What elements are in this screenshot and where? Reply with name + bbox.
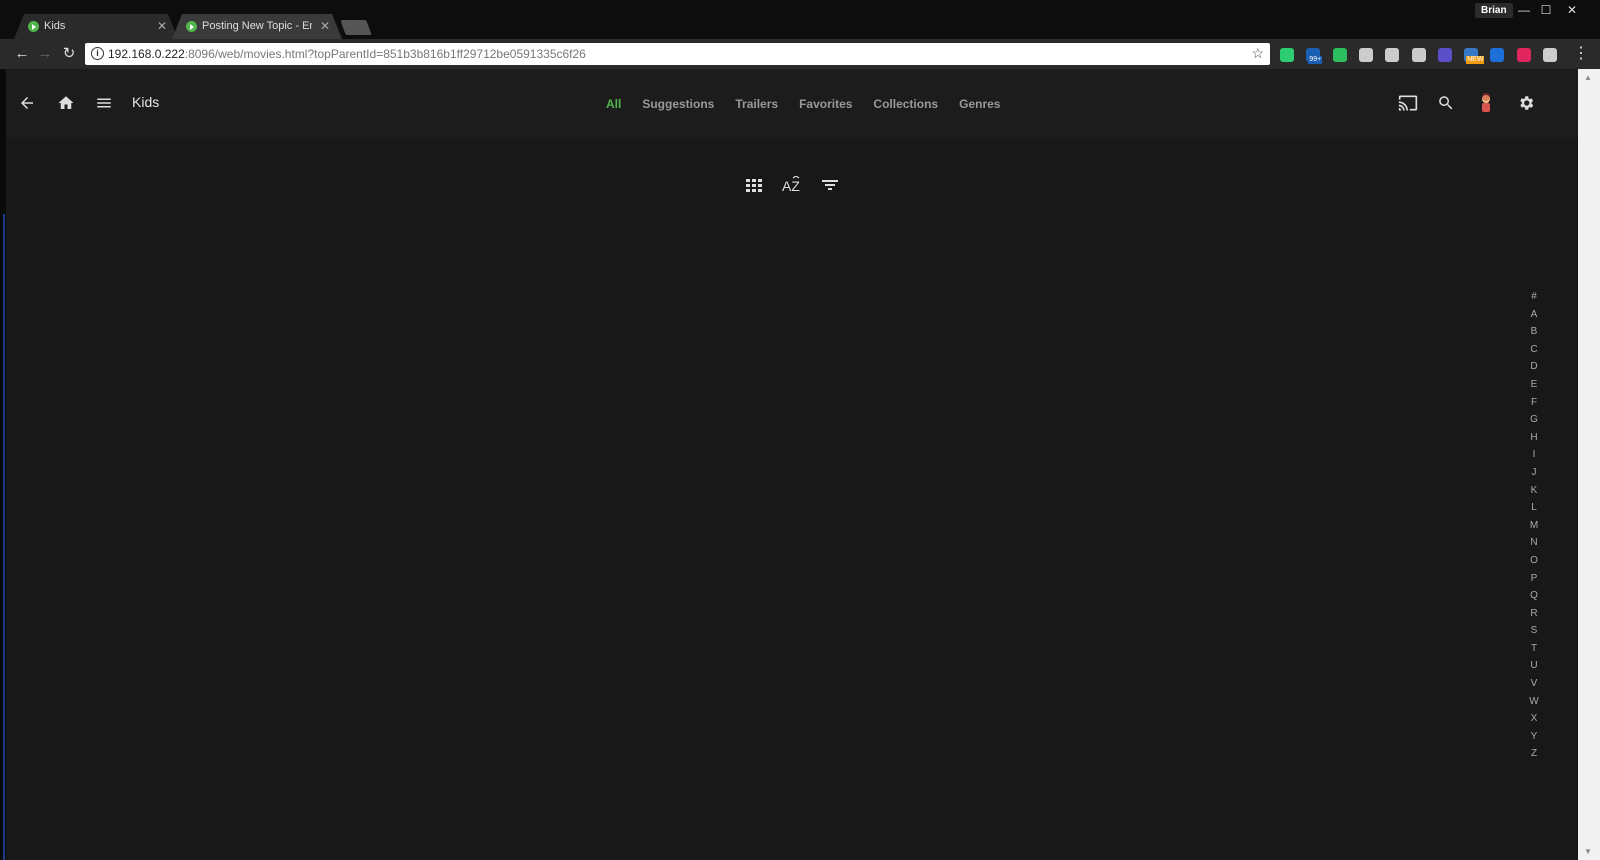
new-tab-button[interactable] [340, 20, 372, 35]
library-tabs: All Suggestions Trailers Favorites Collectio… [606, 97, 1000, 111]
emby-favicon-icon [28, 21, 39, 32]
extension-icon[interactable] [1385, 48, 1400, 62]
site-info-icon[interactable]: i [91, 47, 104, 60]
address-bar[interactable]: i 192.168.0.222:8096/web/movies.html?top… [85, 43, 1270, 65]
minimize-icon[interactable]: — [1512, 2, 1536, 18]
browser-tab-active[interactable]: Kids ✕ [14, 14, 178, 39]
page-scrollbar[interactable]: ▲ ▼ [1578, 69, 1600, 860]
back-arrow-icon[interactable] [15, 91, 39, 115]
alphabet-letter[interactable]: I [1524, 446, 1544, 464]
user-extension-icon[interactable] [1543, 48, 1557, 62]
alphabet-letter[interactable]: H [1524, 429, 1544, 447]
bookmark-star-icon[interactable]: ☆ [1251, 45, 1264, 62]
pocket-icon[interactable]: 99+ [1306, 48, 1323, 64]
alphabet-letter[interactable]: G [1524, 411, 1544, 429]
new-extension-icon[interactable]: NEW [1464, 48, 1485, 64]
sort-az-icon[interactable]: AZ [781, 174, 803, 196]
alphabet-picker: # A B C D E F G H I J K L M N O P Q R S T U V W X Y Z [1524, 288, 1544, 763]
alphabet-letter[interactable]: Q [1524, 587, 1544, 605]
alphabet-letter[interactable]: J [1524, 464, 1544, 482]
user-avatar-icon[interactable] [1474, 91, 1498, 115]
back-arrow-icon[interactable]: ← [11, 43, 33, 65]
alphabet-letter[interactable]: N [1524, 534, 1544, 552]
qr-code-icon[interactable] [1358, 48, 1373, 62]
evernote-icon[interactable] [1332, 48, 1347, 62]
tab-all[interactable]: All [606, 97, 621, 111]
alphabet-letter[interactable]: W [1524, 693, 1544, 711]
close-tab-icon[interactable]: ✕ [157, 19, 167, 33]
alphabet-letter[interactable]: O [1524, 552, 1544, 570]
extension-badge: NEW [1466, 56, 1485, 64]
tab-suggestions[interactable]: Suggestions [642, 97, 714, 111]
alphabet-letter[interactable]: U [1524, 657, 1544, 675]
scroll-down-arrow-icon[interactable]: ▼ [1584, 847, 1592, 856]
grid-view-icon[interactable] [743, 174, 765, 196]
square-extension-icon[interactable] [1490, 48, 1505, 62]
browser-toolbar: ← → ↻ i 192.168.0.222:8096/web/movies.ht… [0, 39, 1600, 69]
app-header: Kids All Suggestions Trailers Favorites Coll… [6, 69, 1578, 137]
circle-icon[interactable] [1437, 48, 1452, 62]
tab-collections[interactable]: Collections [873, 97, 938, 111]
alphabet-letter[interactable]: K [1524, 482, 1544, 500]
browser-tab[interactable]: Posting New Topic - Emb ✕ [172, 14, 342, 39]
emby-page: Kids All Suggestions Trailers Favorites Coll… [6, 69, 1578, 860]
tab-favorites[interactable]: Favorites [799, 97, 852, 111]
alphabet-letter[interactable]: L [1524, 499, 1544, 517]
alphabet-letter[interactable]: E [1524, 376, 1544, 394]
close-tab-icon[interactable]: ✕ [320, 19, 330, 33]
alphabet-letter[interactable]: A [1524, 306, 1544, 324]
extension-icon[interactable] [1411, 48, 1426, 62]
tab-trailers[interactable]: Trailers [735, 97, 778, 111]
alphabet-letter[interactable]: T [1524, 640, 1544, 658]
home-icon[interactable] [54, 91, 78, 115]
tab-genres[interactable]: Genres [959, 97, 1000, 111]
alphabet-letter[interactable]: M [1524, 517, 1544, 535]
alphabet-letter[interactable]: # [1524, 288, 1544, 306]
tab-title: Posting New Topic - Emb [202, 20, 312, 32]
alphabet-letter[interactable]: C [1524, 341, 1544, 359]
shield-icon[interactable] [1280, 48, 1294, 62]
extension-badge: 99+ [1308, 56, 1323, 64]
url-path: :8096/web/movies.html?topParentId=851b3b… [184, 47, 586, 61]
alphabet-letter[interactable]: Z [1524, 745, 1544, 763]
alphabet-letter[interactable]: Y [1524, 728, 1544, 746]
alphabet-letter[interactable]: D [1524, 358, 1544, 376]
alphabet-letter[interactable]: P [1524, 570, 1544, 588]
close-window-icon[interactable]: ✕ [1560, 2, 1584, 18]
menu-icon[interactable] [92, 91, 116, 115]
alphabet-letter[interactable]: F [1524, 394, 1544, 412]
alphabet-letter[interactable]: S [1524, 622, 1544, 640]
browser-menu-icon[interactable]: ⋮ [1573, 45, 1589, 63]
browser-titlebar: Kids ✕ Posting New Topic - Emb ✕ Brian —… [0, 0, 1600, 39]
page-title: Kids [132, 94, 160, 110]
alphabet-letter[interactable]: V [1524, 675, 1544, 693]
profile-button[interactable]: Brian [1475, 3, 1513, 18]
search-icon[interactable] [1434, 91, 1458, 115]
alphabet-letter[interactable]: X [1524, 710, 1544, 728]
url-text: 192.168.0.222:8096/web/movies.html?topPa… [108, 47, 586, 61]
tab-title: Kids [44, 20, 66, 32]
cast-icon[interactable] [1396, 91, 1420, 115]
alphabet-letter[interactable]: R [1524, 605, 1544, 623]
view-controls: AZ [743, 174, 841, 196]
url-host: 192.168.0.222 [108, 47, 185, 61]
svg-text:AZ: AZ [782, 178, 800, 194]
record-icon[interactable] [1516, 48, 1531, 62]
reload-icon[interactable]: ↻ [58, 43, 80, 65]
scroll-up-arrow-icon[interactable]: ▲ [1584, 73, 1592, 82]
emby-favicon-icon [186, 21, 197, 32]
filter-icon[interactable] [819, 174, 841, 196]
alphabet-letter[interactable]: B [1524, 323, 1544, 341]
maximize-icon[interactable]: ☐ [1534, 2, 1558, 18]
forward-arrow-icon[interactable]: → [34, 43, 56, 65]
settings-gear-icon[interactable] [1514, 91, 1538, 115]
